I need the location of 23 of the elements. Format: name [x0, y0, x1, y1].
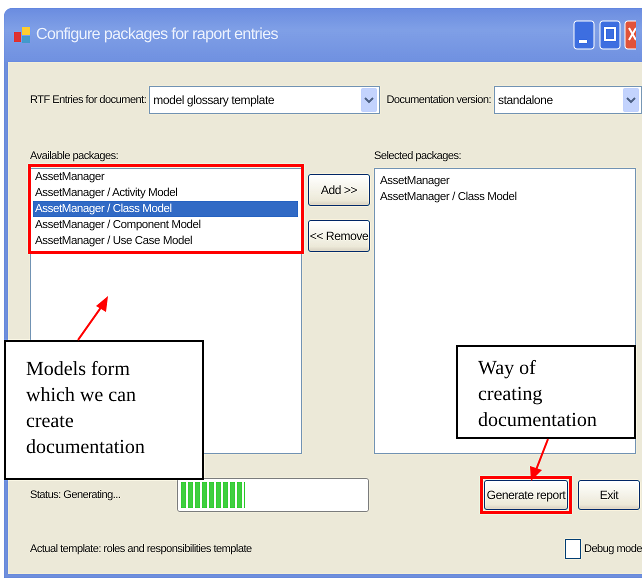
- list-label: Selected packages:: [374, 150, 462, 164]
- callout-text: Way of creating documentation: [478, 356, 598, 433]
- list-item[interactable]: AssetManager / Use Case Model: [33, 233, 298, 249]
- checkbox-label: Debug mode: [584, 543, 642, 555]
- list-item[interactable]: AssetManager / Component Model: [33, 217, 298, 233]
- window-title: Configure packages for raport entries: [36, 26, 278, 44]
- remove-button[interactable]: << Remove: [308, 220, 370, 252]
- generate-button[interactable]: Generate report: [484, 480, 568, 510]
- version-dropdown[interactable]: standalone: [494, 86, 642, 114]
- exit-button[interactable]: Exit: [578, 480, 640, 510]
- list-item[interactable]: AssetManager: [378, 173, 632, 189]
- field-label: RTF Entries for document:: [30, 94, 146, 106]
- list-item[interactable]: AssetManager: [33, 169, 298, 185]
- field-label: Documentation version:: [386, 94, 491, 106]
- template-dropdown[interactable]: model glossary template: [149, 86, 380, 114]
- add-button[interactable]: Add >>: [308, 174, 370, 206]
- template-text: Actual template: roles and responsibilities template: [30, 543, 252, 555]
- list-label: Available packages:: [30, 150, 120, 164]
- list-item[interactable]: AssetManager / Activity Model: [33, 185, 298, 201]
- callout-text: Models form which we can create documentation: [26, 357, 146, 460]
- list-item[interactable]: AssetManager / Class Model: [33, 201, 298, 217]
- list-item[interactable]: AssetManager / Class Model: [378, 189, 632, 205]
- status-text: Status: Generating...: [30, 489, 122, 501]
